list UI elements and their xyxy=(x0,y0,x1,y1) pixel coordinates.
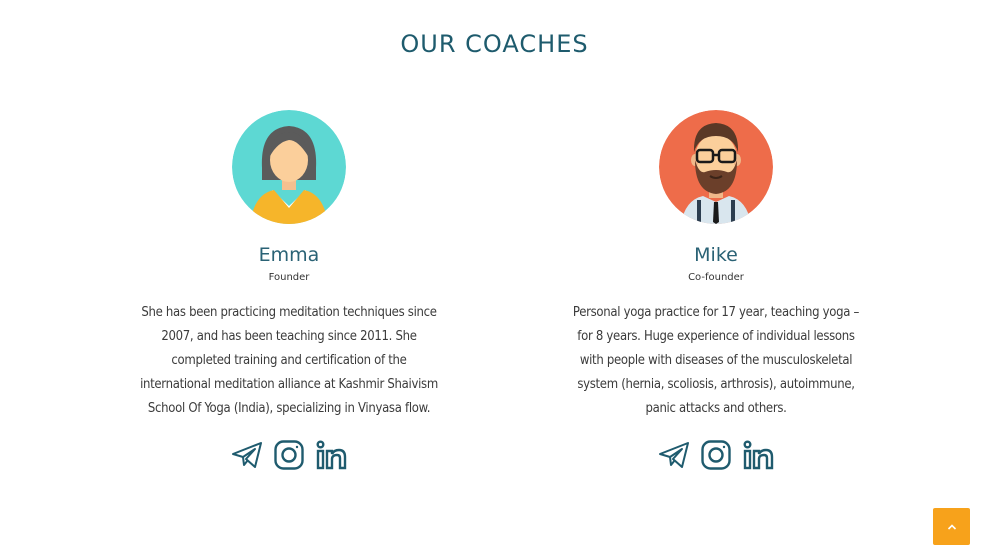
coach-card-emma: Emma Founder She has been practicing med… xyxy=(129,110,449,471)
social-links xyxy=(556,439,876,471)
avatar-emma xyxy=(232,110,346,224)
social-links xyxy=(129,439,449,471)
instagram-icon[interactable] xyxy=(700,439,732,471)
telegram-icon[interactable] xyxy=(658,439,690,471)
telegram-icon[interactable] xyxy=(231,439,263,471)
coach-name: Mike xyxy=(694,244,738,266)
section-title: OUR COACHES xyxy=(400,30,589,58)
coach-card-mike: Mike Co-founder Personal yoga practice f… xyxy=(556,110,876,471)
chevron-up-icon xyxy=(947,523,956,530)
coach-bio: She has been practicing meditation techn… xyxy=(140,305,438,416)
linkedin-icon[interactable] xyxy=(315,439,347,471)
coach-name: Emma xyxy=(258,244,320,266)
coach-role: Founder xyxy=(268,272,310,283)
coach-bio: Personal yoga practice for 17 year, teac… xyxy=(572,305,860,416)
instagram-icon[interactable] xyxy=(273,439,305,471)
coach-role: Co-founder xyxy=(688,272,744,283)
scroll-to-top-button[interactable] xyxy=(933,508,970,545)
avatar-mike xyxy=(659,110,773,224)
linkedin-icon[interactable] xyxy=(742,439,774,471)
